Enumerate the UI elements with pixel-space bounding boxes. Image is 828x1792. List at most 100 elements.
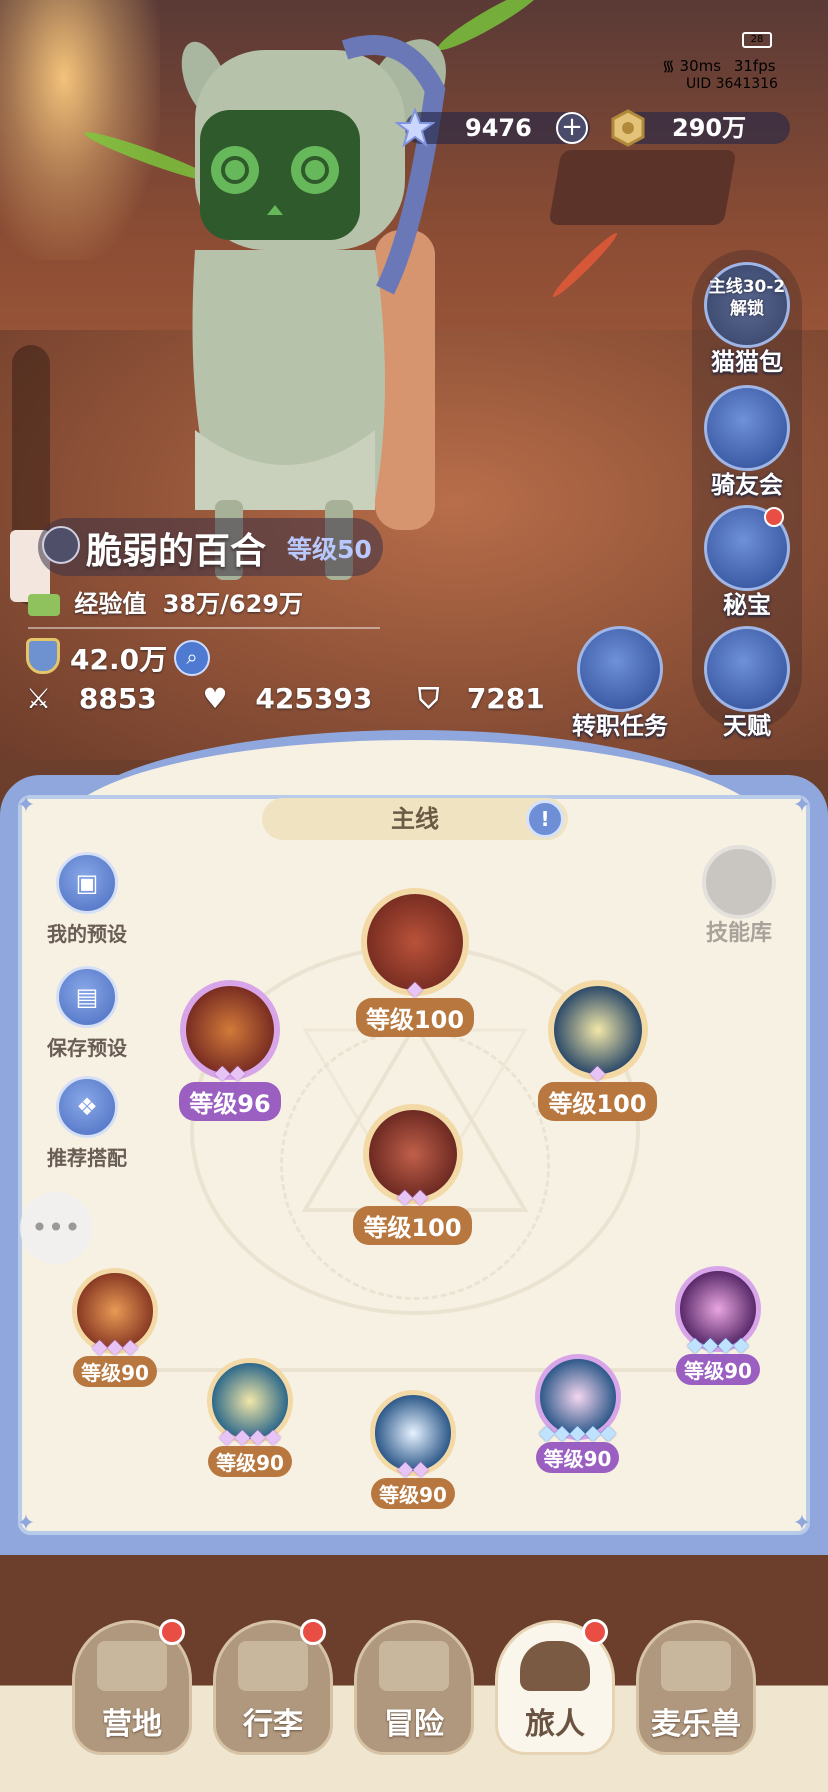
gold-coin-icon bbox=[611, 109, 645, 147]
search-icon[interactable]: ⌕ bbox=[174, 640, 210, 676]
nav-camp[interactable]: 营地 bbox=[72, 1619, 192, 1755]
notification-badge bbox=[764, 507, 784, 527]
divider bbox=[28, 627, 380, 629]
nav-traveler-label: 旅人 bbox=[525, 1707, 585, 1742]
traveler-avatar-icon bbox=[520, 1641, 590, 1691]
skill-stars: ◆◆◆◆ bbox=[219, 1424, 281, 1448]
skill-slot-left[interactable]: ◆◆ 等级96 bbox=[170, 980, 290, 1121]
talent-button[interactable]: 天赋 bbox=[692, 626, 802, 741]
exp-value: 38万/629万 bbox=[162, 590, 303, 618]
skill-stars: ◆◆ bbox=[397, 1184, 428, 1208]
skill-stars: ◆◆ bbox=[214, 1060, 246, 1084]
corner-ornament-icon: ✦ bbox=[792, 1511, 812, 1536]
uid-text: UID 3641316 bbox=[686, 76, 778, 92]
combo-icon: ❖ bbox=[56, 1076, 118, 1138]
luggage-icon bbox=[238, 1641, 308, 1691]
exp-icon bbox=[28, 594, 60, 616]
skill-slot-top[interactable]: ◆ 等级100 bbox=[350, 888, 480, 1037]
skill-stars: ◆ bbox=[407, 976, 423, 1000]
skill-slot-bottom-1[interactable]: ◆◆◆ 等级90 bbox=[65, 1268, 165, 1387]
power-value: 42.0万 bbox=[70, 643, 168, 676]
skill-level: 等级90 bbox=[676, 1354, 760, 1385]
skill-stars: ◆◆◆ bbox=[91, 1334, 139, 1358]
defense-value: 7281 bbox=[466, 682, 545, 715]
nav-luggage[interactable]: 行李 bbox=[213, 1619, 333, 1755]
skill-level: 等级90 bbox=[208, 1446, 292, 1477]
skill-level: 等级100 bbox=[538, 1082, 657, 1121]
nav-camp-label: 营地 bbox=[102, 1707, 162, 1742]
treasure-button[interactable]: 秘宝 bbox=[692, 505, 802, 620]
fps-text: 31fps bbox=[733, 57, 776, 75]
skill-level: 等级100 bbox=[355, 998, 475, 1037]
stats-row: ⚔ 8853 ♥ 425393 ⛉ 7281 bbox=[26, 682, 581, 716]
corner-ornament-icon: ✦ bbox=[16, 793, 36, 818]
power-shield-icon bbox=[26, 638, 60, 674]
brain-head-icon bbox=[704, 626, 790, 712]
notification-badge bbox=[159, 1619, 185, 1645]
save-preset-button[interactable]: ▤ 保存预设 bbox=[32, 966, 142, 1061]
nav-pet-label: 麦乐兽 bbox=[651, 1707, 741, 1742]
talent-label: 天赋 bbox=[723, 712, 771, 740]
skill-slot-bottom-5[interactable]: ◆◆◆◆ 等级90 bbox=[668, 1266, 768, 1385]
rider-club-button[interactable]: 骑友会 bbox=[692, 385, 802, 500]
chat-bubble-icon[interactable]: ••• bbox=[20, 1192, 92, 1264]
exp-label: 经验值 bbox=[74, 590, 147, 618]
recommended-combo-label: 推荐搭配 bbox=[47, 1146, 127, 1170]
skill-slot-bottom-2[interactable]: ◆◆◆◆ 等级90 bbox=[200, 1358, 300, 1477]
save-disk-icon: ▤ bbox=[56, 966, 118, 1028]
recommended-combo-button[interactable]: ❖ 推荐搭配 bbox=[32, 1076, 142, 1171]
skill-level: 等级90 bbox=[73, 1356, 157, 1387]
nav-adventure-label: 冒险 bbox=[384, 1707, 444, 1742]
rock-ledge bbox=[548, 150, 737, 225]
skill-level: 等级100 bbox=[353, 1206, 472, 1245]
heart-icon: ♥ bbox=[202, 682, 228, 715]
nav-luggage-label: 行李 bbox=[243, 1707, 303, 1742]
cat-bag-label: 猫猫包 bbox=[711, 348, 783, 376]
skill-library-button[interactable]: 技能库 bbox=[684, 845, 794, 947]
battery-indicator: 28 bbox=[742, 32, 772, 48]
player-name: 脆弱的百合 bbox=[86, 531, 267, 572]
rider-club-label: 骑友会 bbox=[711, 471, 783, 499]
skill-slot-bottom-3[interactable]: ◆◆ 等级90 bbox=[363, 1390, 463, 1509]
skill-library-icon bbox=[702, 845, 776, 919]
nav-traveler[interactable]: 旅人 bbox=[495, 1619, 615, 1755]
crossed-swords-icon: ⚔ bbox=[26, 682, 52, 715]
unlock-stage-text: 主线30-2 bbox=[708, 277, 786, 297]
crown-icon bbox=[577, 626, 663, 712]
hp-stat: ♥ 425393 bbox=[203, 682, 391, 715]
skill-slot-right[interactable]: ◆ 等级100 bbox=[535, 980, 660, 1121]
skill-slot-bottom-4[interactable]: ◆◆◆◆◆ 等级90 bbox=[525, 1354, 630, 1473]
nav-adventure[interactable]: 冒险 bbox=[354, 1620, 474, 1755]
treasure-label: 秘宝 bbox=[723, 591, 771, 619]
skill-stars: ◆◆ bbox=[397, 1456, 429, 1480]
unlock-label-text: 解锁 bbox=[730, 299, 764, 319]
skill-level: 等级96 bbox=[179, 1082, 281, 1121]
cat-bag-button[interactable]: 主线30-2 解锁 猫猫包 bbox=[692, 262, 802, 377]
class-emblem-icon bbox=[42, 526, 80, 564]
notification-badge bbox=[300, 1619, 326, 1645]
shield-icon: ⛉ bbox=[418, 682, 440, 715]
corner-ornament-icon: ✦ bbox=[16, 1511, 36, 1536]
skill-slot-center[interactable]: ◆◆ 等级100 bbox=[350, 1104, 475, 1245]
skill-stars: ◆◆◆◆◆ bbox=[539, 1420, 616, 1444]
skill-level: 等级90 bbox=[535, 1442, 620, 1473]
my-preset-button[interactable]: ▣ 我的预设 bbox=[32, 852, 142, 947]
info-icon[interactable]: ! bbox=[526, 800, 564, 838]
attack-stat: ⚔ 8853 bbox=[26, 682, 175, 715]
skill-library-label: 技能库 bbox=[705, 921, 772, 946]
ping-text: 30ms bbox=[679, 57, 722, 75]
notification-badge bbox=[582, 1619, 608, 1645]
job-quest-label: 转职任务 bbox=[572, 712, 668, 740]
nav-pet[interactable]: 麦乐兽 bbox=[636, 1620, 756, 1755]
add-gems-button[interactable]: + bbox=[556, 112, 588, 144]
hp-value: 425393 bbox=[255, 682, 373, 715]
player-level: 等级50 bbox=[287, 535, 372, 564]
job-quest-button[interactable]: 转职任务 bbox=[565, 626, 675, 741]
unlock-requirement: 主线30-2 解锁 bbox=[692, 276, 802, 320]
gem-amount: 9476 bbox=[465, 114, 532, 142]
horse-head-icon bbox=[704, 385, 790, 471]
red-plant bbox=[549, 229, 621, 301]
defense-stat: ⛉ 7281 bbox=[418, 682, 563, 715]
save-preset-label: 保存预设 bbox=[47, 1036, 127, 1060]
tab-main-line[interactable]: 主线 bbox=[262, 798, 568, 840]
